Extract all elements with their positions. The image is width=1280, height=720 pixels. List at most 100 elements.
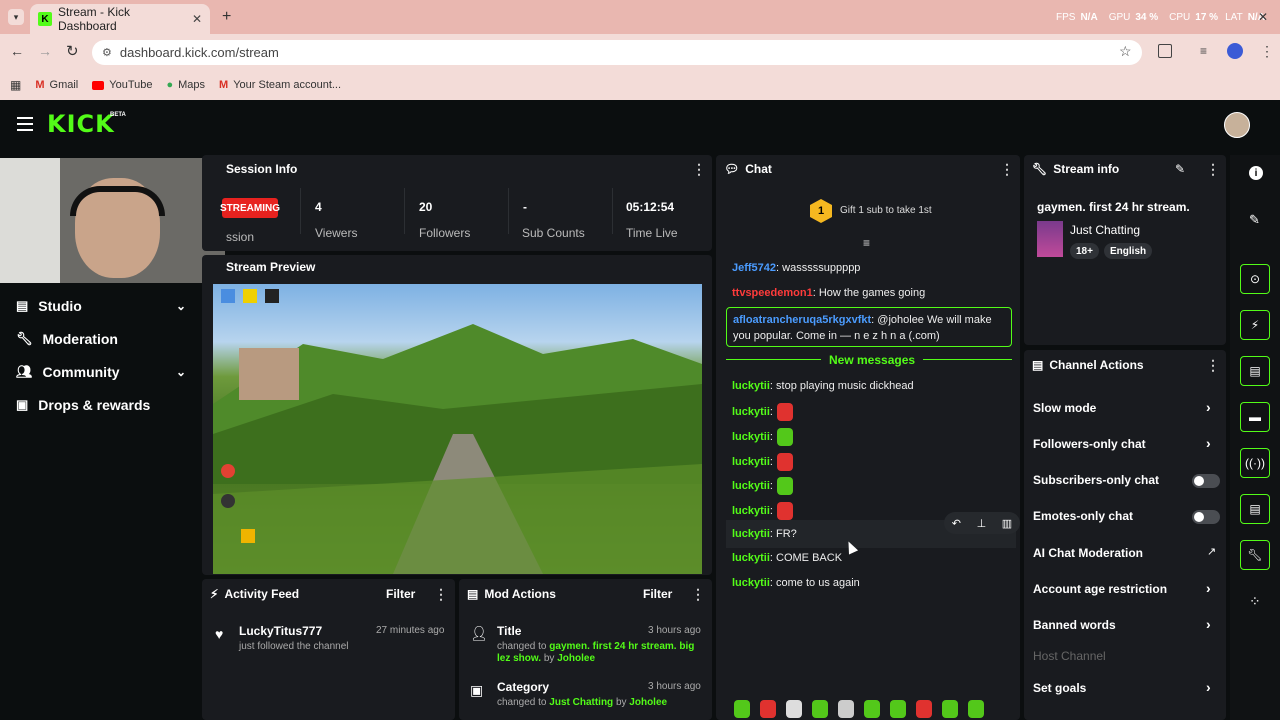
emote-icon[interactable] <box>916 700 932 718</box>
chat-user[interactable]: luckytii <box>732 431 770 443</box>
stream-info-menu-icon[interactable]: ⋮ <box>1206 161 1220 178</box>
action-banned-words[interactable]: Banned words <box>1033 618 1116 632</box>
emote-icon[interactable] <box>942 700 958 718</box>
chat-user[interactable]: luckytii <box>732 505 770 517</box>
emote-bar <box>734 700 984 718</box>
subscribers-only-toggle[interactable] <box>1192 474 1220 488</box>
right-rail <box>1230 155 1280 720</box>
bookmark-steam[interactable]: M Your Steam account... <box>219 79 341 91</box>
trash-icon[interactable]: ▥ <box>1002 517 1012 530</box>
hamburger-menu-icon[interactable] <box>17 117 33 131</box>
gift-text[interactable]: Gift 1 sub to take 1st <box>840 205 932 216</box>
bookmark-gmail[interactable]: M Gmail <box>35 79 78 91</box>
back-icon[interactable]: ← <box>10 43 24 59</box>
more-apps-icon[interactable]: ⁘ <box>1249 593 1261 610</box>
url-field[interactable]: ⚙ dashboard.kick.com/stream <box>92 40 1142 65</box>
chat-user[interactable]: Jeff5742 <box>732 262 776 274</box>
chevron-right-icon[interactable]: › <box>1206 616 1211 632</box>
chat-menu-icon[interactable]: ⋮ <box>1000 161 1014 178</box>
sidebar-item-studio[interactable]: ▤ Studio ⌄ <box>16 298 186 314</box>
mod-user[interactable]: Joholee <box>557 653 595 664</box>
bookmark-youtube[interactable]: YouTube <box>92 79 152 91</box>
emote-icon[interactable] <box>760 700 776 718</box>
reload-icon[interactable]: ↻ <box>66 42 79 60</box>
external-link-icon[interactable]: ↗ <box>1207 545 1216 558</box>
chat-text: : FR? <box>769 528 797 540</box>
action-set-goals[interactable]: Set goals <box>1033 681 1086 695</box>
new-tab-icon[interactable]: + <box>222 8 231 26</box>
activity-user[interactable]: LuckyTitus777 <box>239 624 322 638</box>
channel-actions-menu-icon[interactable]: ⋮ <box>1206 357 1220 374</box>
session-menu-icon[interactable]: ⋮ <box>692 161 706 178</box>
chat-user[interactable]: luckytii <box>732 577 770 589</box>
pinned-icon[interactable]: ≡ <box>863 236 870 250</box>
forward-icon[interactable]: → <box>38 43 52 59</box>
stream-preview-video[interactable] <box>213 284 702 574</box>
close-tab-icon[interactable]: ✕ <box>192 12 202 26</box>
rail-activity-button[interactable]: ⚡︎ <box>1240 310 1270 340</box>
rail-stream-button[interactable]: ⊙ <box>1240 264 1270 294</box>
emote-icon[interactable] <box>734 700 750 718</box>
emote-icon[interactable] <box>890 700 906 718</box>
activity-time: 27 minutes ago <box>376 625 445 636</box>
emote-icon[interactable] <box>838 700 854 718</box>
edit-icon[interactable]: ✎ <box>1249 212 1260 228</box>
chat-user[interactable]: luckytii <box>732 528 770 540</box>
chat-user[interactable]: luckytii <box>732 552 770 564</box>
browser-menu-icon[interactable]: ⋮ <box>1260 43 1274 60</box>
chevron-right-icon[interactable]: › <box>1206 435 1211 451</box>
mod-menu-icon[interactable]: ⋮ <box>691 586 705 603</box>
bookmark-star-icon[interactable]: ☆ <box>1119 43 1132 60</box>
pin-icon[interactable]: ⊥ <box>977 517 987 530</box>
apps-grid-icon[interactable]: ▦ <box>10 78 21 92</box>
sidebar-item-moderation[interactable]: 🔧︎ Moderation <box>16 331 118 347</box>
browser-tab[interactable]: K Stream - Kick Dashboard ✕ <box>30 4 210 34</box>
mod-filter-button[interactable]: Filter <box>643 587 672 601</box>
action-slow-mode[interactable]: Slow mode <box>1033 401 1096 415</box>
rail-list-button[interactable]: ▤ <box>1240 494 1270 524</box>
rail-notes-button[interactable]: ▤ <box>1240 356 1270 386</box>
action-ai-moderation[interactable]: AI Chat Moderation <box>1033 546 1143 560</box>
profile-avatar[interactable] <box>1227 43 1243 59</box>
edit-pencil-icon[interactable]: ✎ <box>1175 162 1185 176</box>
gpu-label: GPU <box>1108 12 1131 23</box>
chat-user[interactable]: luckytii <box>732 480 770 492</box>
site-info-icon[interactable]: ⚙ <box>102 46 112 59</box>
activity-menu-icon[interactable]: ⋮ <box>434 586 448 603</box>
chat-user[interactable]: ttvspeedemon1 <box>732 287 813 299</box>
rail-broadcast-button[interactable]: ((·)) <box>1240 448 1270 478</box>
user-avatar[interactable] <box>1224 112 1250 138</box>
emote-icon[interactable] <box>786 700 802 718</box>
bookmark-maps[interactable]: ● Maps <box>166 79 205 91</box>
rail-chat-button[interactable]: ▬ <box>1240 402 1270 432</box>
activity-filter-button[interactable]: Filter <box>386 587 415 601</box>
chevron-right-icon[interactable]: › <box>1206 679 1211 695</box>
category-name[interactable]: Just Chatting <box>1070 223 1140 237</box>
chat-user[interactable]: luckytii <box>732 406 770 418</box>
sidebar-item-drops[interactable]: ▣ Drops & rewards <box>16 397 150 413</box>
info-icon[interactable]: i <box>1249 166 1263 180</box>
emotes-only-toggle[interactable] <box>1192 510 1220 524</box>
tab-search-icon[interactable]: ▾ <box>8 9 24 25</box>
chat-user[interactable]: afloatrancheruqa5rkgxvfkt <box>733 314 871 326</box>
undo-icon[interactable]: ↶ <box>952 517 961 530</box>
action-followers-only[interactable]: Followers-only chat <box>1033 437 1146 451</box>
mod-user[interactable]: Joholee <box>629 697 667 708</box>
chevron-right-icon[interactable]: › <box>1206 580 1211 596</box>
extensions-icon[interactable] <box>1158 44 1172 58</box>
sidebar-item-community[interactable]: 👥︎ Community ⌄ <box>16 364 186 380</box>
rail-wrench-button[interactable]: 🔧︎ <box>1240 540 1270 570</box>
target-icon: ⊙ <box>1249 272 1261 286</box>
action-account-age[interactable]: Account age restriction <box>1033 582 1167 596</box>
category-thumbnail[interactable] <box>1037 221 1063 257</box>
chat-user[interactable]: luckytii <box>732 456 770 468</box>
media-icon[interactable]: ≡ <box>1200 44 1207 58</box>
window-close-icon[interactable]: ✕ <box>1258 10 1268 24</box>
emote-icon[interactable] <box>812 700 828 718</box>
chat-user[interactable]: luckytii <box>732 380 770 392</box>
emote-icon[interactable] <box>864 700 880 718</box>
bookmark-label: Your Steam account... <box>233 79 342 91</box>
kick-logo[interactable]: KICK <box>47 110 115 138</box>
chevron-right-icon[interactable]: › <box>1206 399 1211 415</box>
emote-icon[interactable] <box>968 700 984 718</box>
